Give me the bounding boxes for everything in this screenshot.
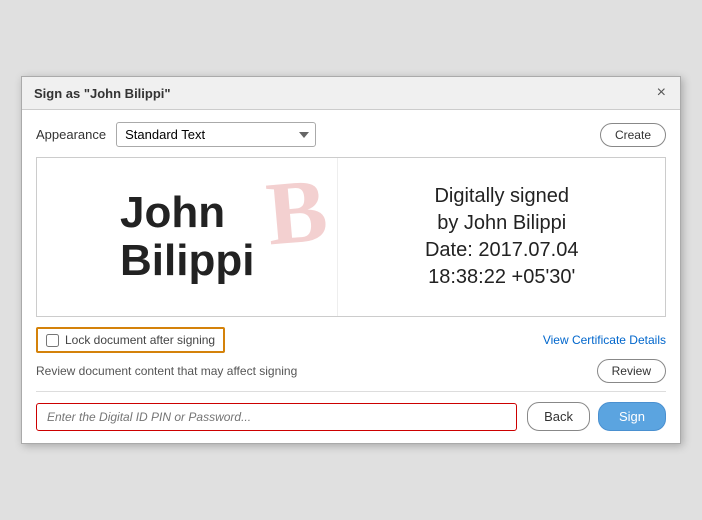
name-line2: Bilippi xyxy=(120,237,254,285)
title-bar: Sign as "John Bilippi" × xyxy=(22,77,680,110)
appearance-left: Appearance Standard TextCustom xyxy=(36,122,316,147)
appearance-label: Appearance xyxy=(36,127,106,142)
lock-checkbox[interactable] xyxy=(46,334,59,347)
divider xyxy=(36,391,666,392)
create-button[interactable]: Create xyxy=(600,123,666,147)
signature-preview: B John Bilippi Digitally signedby John B… xyxy=(36,157,666,317)
review-text: Review document content that may affect … xyxy=(36,364,297,378)
lock-checkbox-wrapper: Lock document after signing xyxy=(36,327,225,353)
dialog-content: Appearance Standard TextCustom Create B … xyxy=(22,110,680,443)
review-row: Review document content that may affect … xyxy=(36,359,666,383)
preview-name: B John Bilippi xyxy=(37,158,338,316)
bottom-row: Back Sign xyxy=(36,402,666,431)
dialog-title: Sign as "John Bilippi" xyxy=(34,86,171,101)
appearance-select[interactable]: Standard TextCustom xyxy=(116,122,316,147)
name-line1: John xyxy=(120,189,254,237)
appearance-row: Appearance Standard TextCustom Create xyxy=(36,122,666,147)
cursive-decoration: B xyxy=(264,166,332,261)
back-button[interactable]: Back xyxy=(527,402,590,431)
preview-name-text: John Bilippi xyxy=(120,189,254,286)
review-button[interactable]: Review xyxy=(597,359,666,383)
lock-row: Lock document after signing View Certifi… xyxy=(36,327,666,353)
view-certificate-link[interactable]: View Certificate Details xyxy=(543,333,666,347)
sign-button[interactable]: Sign xyxy=(598,402,666,431)
sign-dialog: Sign as "John Bilippi" × Appearance Stan… xyxy=(21,76,681,444)
lock-label: Lock document after signing xyxy=(65,333,215,347)
pin-input[interactable] xyxy=(36,403,517,431)
close-button[interactable]: × xyxy=(655,85,668,101)
bottom-buttons: Back Sign xyxy=(527,402,666,431)
preview-info: Digitally signedby John BilippiDate: 201… xyxy=(338,158,665,316)
lock-left: Lock document after signing xyxy=(36,327,225,353)
preview-info-text: Digitally signedby John BilippiDate: 201… xyxy=(425,183,578,291)
